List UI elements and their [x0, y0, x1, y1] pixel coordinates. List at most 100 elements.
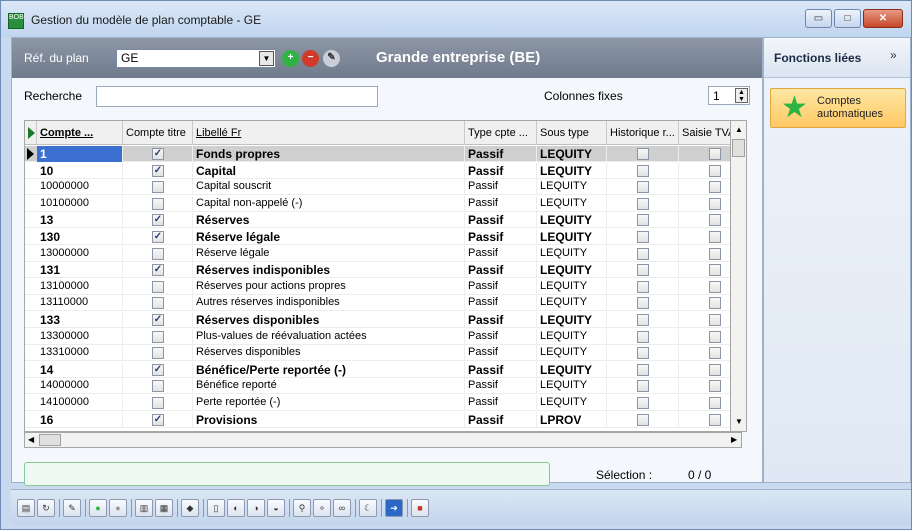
checkbox-titre[interactable]	[152, 347, 164, 360]
checkbox-tva[interactable]	[709, 280, 721, 293]
maximize-button[interactable]: □	[834, 9, 861, 28]
checkbox-titre[interactable]	[152, 181, 164, 194]
minimize-button[interactable]: ▭	[805, 9, 832, 28]
pen-icon[interactable]: ✎	[63, 499, 81, 517]
checkbox-hist[interactable]	[637, 297, 649, 310]
checkbox-tva[interactable]	[709, 363, 721, 376]
add-icon[interactable]: ●	[89, 499, 107, 517]
book-icon[interactable]: ▥	[135, 499, 153, 517]
table-row[interactable]: 10 ✓ Capital Passif LEQUITY	[25, 162, 741, 179]
spin-arrows-icon[interactable]: ▲ ▼	[735, 88, 748, 103]
checkbox-hist[interactable]	[637, 314, 649, 326]
checkbox-titre[interactable]	[152, 247, 164, 260]
checkbox-tva[interactable]	[709, 347, 721, 360]
checkbox-tva[interactable]	[709, 231, 721, 243]
checkbox-hist[interactable]	[637, 197, 649, 210]
table-row[interactable]: 13100000 Réserves pour actions propres Pas…	[25, 278, 741, 295]
checkbox-tva[interactable]	[709, 214, 721, 227]
table-row[interactable]: 14 ✓ Bénéfice/Perte reportée (-) Passif LEQU…	[25, 361, 741, 378]
col-compte-titre[interactable]: Compte titre	[123, 121, 193, 145]
checkbox-titre[interactable]: ✓	[152, 164, 164, 177]
checkbox-titre[interactable]	[152, 330, 164, 343]
table-row[interactable]: 13110000 Autres réserves indisponibles Pas…	[25, 295, 741, 312]
checkbox-hist[interactable]	[637, 413, 649, 426]
table-row[interactable]: 16 ✓ Provisions Passif LPROV	[25, 411, 741, 428]
checkbox-titre[interactable]: ✓	[152, 413, 164, 426]
remove-icon[interactable]: ●	[109, 499, 127, 517]
table-row[interactable]: 130 ✓ Réserve légale Passif LEQUITY	[25, 229, 741, 245]
col-compte[interactable]: Compte ...	[37, 121, 123, 145]
checkbox-titre[interactable]: ✓	[152, 231, 164, 243]
checkbox-tva[interactable]	[709, 297, 721, 310]
scroll-down-icon[interactable]: ▼	[735, 417, 743, 426]
table-row[interactable]: 13 ✓ Réserves Passif LEQUITY	[25, 212, 741, 229]
checkbox-tva[interactable]	[709, 380, 721, 393]
checkbox-tva[interactable]	[709, 247, 721, 260]
checkbox-titre[interactable]	[152, 397, 164, 409]
table-row[interactable]: 10000000 Capital souscrit Passif LEQUITY	[25, 179, 741, 196]
link-icon[interactable]: ∞	[333, 499, 351, 517]
checkbox-hist[interactable]	[637, 264, 649, 277]
exit-icon[interactable]: ■	[411, 499, 429, 517]
nav-first-icon[interactable]: ◐	[227, 499, 245, 517]
save-icon[interactable]: ▤	[17, 499, 35, 517]
filter-icon[interactable]: ⚬	[313, 499, 331, 517]
checkbox-tva[interactable]	[709, 148, 721, 160]
checkbox-titre[interactable]: ✓	[152, 214, 164, 227]
checkbox-titre[interactable]	[152, 380, 164, 393]
col-type[interactable]: Type cpte ...	[465, 121, 537, 145]
checkbox-hist[interactable]	[637, 363, 649, 376]
comptes-automatiques-item[interactable]: ★ Comptes automatiques	[770, 88, 906, 128]
moon-icon[interactable]: ☾	[359, 499, 377, 517]
checkbox-titre[interactable]	[152, 297, 164, 310]
table-row[interactable]: 1 ✓ Fonds propres Passif LEQUITY	[25, 146, 741, 162]
checkbox-tva[interactable]	[709, 264, 721, 277]
checkbox-tva[interactable]	[709, 397, 721, 409]
table-row[interactable]: 13000000 Réserve légale Passif LEQUITY	[25, 245, 741, 262]
delete-plan-button[interactable]: −	[302, 50, 319, 67]
chevron-down-icon[interactable]: ▼	[259, 51, 274, 66]
close-button[interactable]: ✕	[863, 9, 903, 28]
checkbox-hist[interactable]	[637, 231, 649, 243]
checkbox-tva[interactable]	[709, 181, 721, 194]
checkbox-hist[interactable]	[637, 280, 649, 293]
checkbox-tva[interactable]	[709, 413, 721, 426]
checkbox-tva[interactable]	[709, 314, 721, 326]
checkbox-tva[interactable]	[709, 330, 721, 343]
accounts-grid[interactable]: Compte ... Compte titre Libellé Fr Type …	[24, 120, 742, 432]
scroll-right-icon[interactable]: ▶	[731, 435, 737, 444]
checkbox-titre[interactable]: ✓	[152, 363, 164, 376]
eraser-icon[interactable]: ◆	[181, 499, 199, 517]
checkbox-titre[interactable]: ✓	[152, 264, 164, 277]
vertical-scroll-thumb[interactable]	[732, 139, 745, 157]
checkbox-hist[interactable]	[637, 330, 649, 343]
checkbox-titre[interactable]: ✓	[152, 314, 164, 326]
checkbox-hist[interactable]	[637, 148, 649, 160]
search-input[interactable]	[96, 86, 378, 107]
checkbox-tva[interactable]	[709, 197, 721, 210]
book-alt-icon[interactable]: ▦	[155, 499, 173, 517]
nav-prev-icon[interactable]: ◑	[247, 499, 265, 517]
checkbox-titre[interactable]	[152, 197, 164, 210]
fixed-columns-stepper[interactable]: 1 ▲ ▼	[708, 86, 750, 105]
scroll-up-icon[interactable]: ▲	[735, 125, 743, 134]
table-row[interactable]: 131 ✓ Réserves indisponibles Passif LEQUITY	[25, 262, 741, 279]
checkbox-hist[interactable]	[637, 380, 649, 393]
col-sous-type[interactable]: Sous type	[537, 121, 607, 145]
add-plan-button[interactable]: +	[282, 50, 299, 67]
table-row[interactable]: 14000000 Bénéfice reporté Passif LEQUITY	[25, 378, 741, 395]
table-row[interactable]: 133 ✓ Réserves disponibles Passif LEQUITY	[25, 312, 741, 328]
checkbox-hist[interactable]	[637, 347, 649, 360]
checkbox-tva[interactable]	[709, 164, 721, 177]
horizontal-scrollbar[interactable]: ◀ ▶	[24, 432, 742, 448]
ref-plan-combo[interactable]: GE ▼	[116, 49, 276, 68]
checkbox-hist[interactable]	[637, 214, 649, 227]
checkbox-hist[interactable]	[637, 181, 649, 194]
nav-next-icon[interactable]: ◒	[267, 499, 285, 517]
checkbox-hist[interactable]	[637, 247, 649, 260]
doc-icon[interactable]: ▯	[207, 499, 225, 517]
col-historique[interactable]: Historique r...	[607, 121, 679, 145]
title-bar[interactable]: BOB Gestion du modèle de plan comptable …	[1, 1, 911, 37]
checkbox-titre[interactable]	[152, 280, 164, 293]
table-row[interactable]: 13310000 Réserves disponibles Passif LEQUIT…	[25, 345, 741, 362]
